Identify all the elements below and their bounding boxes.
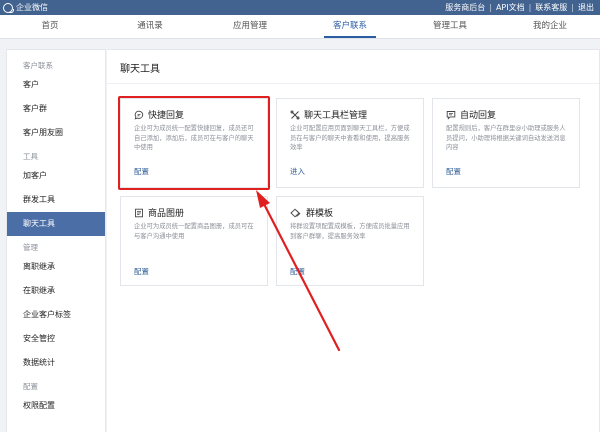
sidebar-item-onjob-inherit[interactable]: 在职继承 bbox=[7, 279, 105, 303]
sidebar-item-customer[interactable]: 客户 bbox=[7, 73, 105, 97]
enter-button[interactable]: 进入 bbox=[290, 166, 305, 177]
sidebar: 客户联系 客户 客户群 客户朋友圈 工具 加客户 群发工具 聊天工具 管理 离职… bbox=[6, 49, 106, 432]
tab-management-tools[interactable]: 管理工具 bbox=[400, 15, 500, 38]
sidebar-item-customer-moments[interactable]: 客户朋友圈 bbox=[7, 121, 105, 145]
divider bbox=[107, 83, 599, 84]
contact-support-link[interactable]: 联系客服 bbox=[535, 2, 567, 13]
sidebar-item-resigned-inherit[interactable]: 离职继承 bbox=[7, 255, 105, 279]
card-auto-reply[interactable]: 自动回复 配置规则后，客户在群里@小助理或服务人员提问，小助理将根据关键词自动发… bbox=[432, 98, 580, 188]
sidebar-group-customer-contact: 客户联系 bbox=[23, 61, 53, 70]
divider: | bbox=[489, 3, 492, 12]
sidebar-item-customer-group[interactable]: 客户群 bbox=[7, 97, 105, 121]
page-title: 聊天工具 bbox=[120, 64, 160, 75]
top-bar: 企业微信 服务商后台 | API文档 | 联系客服 | 退出 bbox=[0, 0, 600, 15]
card-chat-toolbar[interactable]: 聊天工具栏管理 企业可配置应用页面到聊天工具栏，方便成员在与客户的聊天中查看和使… bbox=[276, 98, 424, 188]
tab-my-enterprise[interactable]: 我的企业 bbox=[500, 15, 600, 38]
sidebar-item-statistics[interactable]: 数据统计 bbox=[7, 351, 105, 375]
card-title: 自动回复 bbox=[460, 111, 497, 121]
api-docs-link[interactable]: API文档 bbox=[496, 2, 525, 13]
provider-backend-link[interactable]: 服务商后台 bbox=[445, 2, 485, 13]
sidebar-item-customer-tags[interactable]: 企业客户标签 bbox=[7, 303, 105, 327]
divider: | bbox=[571, 3, 574, 12]
card-description: 企业可为成员统一配置快捷回复，成员还可自己添加，添加后，成员可在与客户的聊天中使… bbox=[134, 125, 254, 151]
card-group-template[interactable]: 群模板 将群设置项配置成模板，方便成员批量应用到客户群聊，提高服务效率 配置 bbox=[276, 196, 424, 286]
tab-home[interactable]: 首页 bbox=[0, 15, 100, 38]
product-album-icon bbox=[135, 208, 143, 217]
card-title: 快捷回复 bbox=[148, 111, 185, 121]
toolbar-cross-icon bbox=[290, 109, 300, 120]
divider: | bbox=[528, 3, 532, 12]
tab-app-management[interactable]: 应用管理 bbox=[200, 15, 300, 38]
sidebar-item-security[interactable]: 安全管控 bbox=[7, 327, 105, 351]
card-title: 商品图册 bbox=[148, 209, 185, 219]
sidebar-group-management: 管理 bbox=[23, 243, 38, 252]
brand-name: 企业微信 bbox=[16, 3, 48, 12]
content-panel: 聊天工具 快捷回复 企业可为成员统一配置快捷回复，成员还可自己添加，添加后，成员… bbox=[107, 49, 600, 432]
card-quick-reply[interactable]: 快捷回复 企业可为成员统一配置快捷回复，成员还可自己添加，添加后，成员可在与客户… bbox=[120, 98, 268, 188]
configure-button[interactable]: 配置 bbox=[134, 266, 149, 277]
brand[interactable]: 企业微信 bbox=[3, 2, 48, 13]
card-title: 群模板 bbox=[306, 209, 334, 219]
main-nav: 首页 通讯录 应用管理 客户联系 管理工具 我的企业 bbox=[0, 15, 600, 39]
card-product-album[interactable]: 商品图册 企业可为成员统一配置商品图册，成员可在与客户沟通中使用 配置 bbox=[120, 196, 268, 286]
wework-logo-icon bbox=[3, 2, 14, 13]
logout-link[interactable]: 退出 bbox=[578, 2, 594, 13]
sidebar-item-permissions[interactable]: 权限配置 bbox=[7, 394, 105, 418]
tab-contacts[interactable]: 通讯录 bbox=[100, 15, 200, 38]
sidebar-item-chat-tools[interactable]: 聊天工具 bbox=[7, 212, 105, 236]
card-description: 配置规则后，客户在群里@小助理或服务人员提问，小助理将根据关键词自动发送消息内容 bbox=[446, 125, 566, 151]
configure-button[interactable]: 配置 bbox=[290, 266, 305, 277]
card-description: 企业可配置应用页面到聊天工具栏，方便成员在与客户的聊天中查看和使用，提高服务效率 bbox=[290, 125, 410, 151]
sidebar-group-tools: 工具 bbox=[23, 152, 38, 161]
sidebar-group-config: 配置 bbox=[23, 382, 38, 391]
group-template-icon bbox=[290, 208, 301, 217]
card-title: 聊天工具栏管理 bbox=[304, 111, 368, 121]
configure-button[interactable]: 配置 bbox=[134, 166, 149, 177]
card-description: 将群设置项配置成模板，方便成员批量应用到客户群聊，提高服务效率 bbox=[290, 223, 410, 240]
configure-button[interactable]: 配置 bbox=[446, 166, 461, 177]
auto-reply-icon bbox=[446, 110, 456, 120]
sidebar-item-add-customer[interactable]: 加客户 bbox=[7, 164, 105, 188]
card-description: 企业可为成员统一配置商品图册，成员可在与客户沟通中使用 bbox=[134, 223, 254, 240]
tab-customer-contact[interactable]: 客户联系 bbox=[300, 15, 400, 38]
top-links: 服务商后台 | API文档 | 联系客服 | 退出 bbox=[445, 2, 594, 13]
sidebar-item-mass-send[interactable]: 群发工具 bbox=[7, 188, 105, 212]
chat-bubble-icon bbox=[134, 110, 144, 120]
